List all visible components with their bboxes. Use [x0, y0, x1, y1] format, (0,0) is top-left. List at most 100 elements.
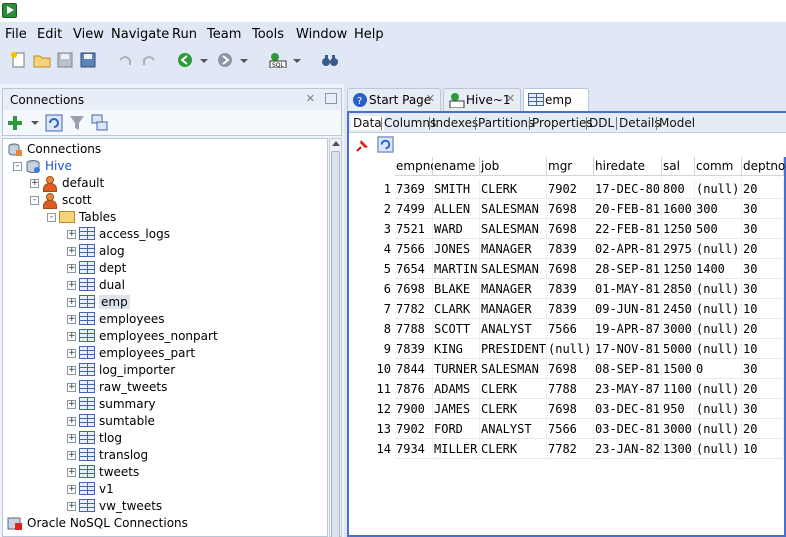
cell-comm[interactable]: (null) [695, 279, 742, 299]
cell-ename[interactable]: CLARK [433, 299, 480, 319]
cell-job[interactable]: SALESMAN [480, 219, 547, 239]
cell-ename[interactable]: JONES [433, 239, 480, 259]
binoculars-icon[interactable] [321, 52, 339, 68]
cell-ename[interactable]: KING [433, 339, 480, 359]
cell-hiredate[interactable]: 20-FEB-81 [594, 199, 662, 219]
column-header-mgr[interactable]: mgr [547, 157, 594, 176]
cell-sal[interactable]: 5000 [662, 339, 695, 359]
cell-comm[interactable]: 1400 [695, 259, 742, 279]
close-tab-icon[interactable]: ✕ [426, 92, 435, 105]
tree-item-scott[interactable]: - scott [3, 193, 327, 210]
cell-empno[interactable]: 7499 [395, 199, 433, 219]
cell-comm[interactable]: 0 [695, 359, 742, 379]
tab-emp[interactable]: emp [523, 88, 589, 111]
cell-sal[interactable]: 950 [662, 399, 695, 419]
undo-icon[interactable] [116, 52, 134, 68]
cell-empno[interactable]: 7839 [395, 339, 433, 359]
tab-start-page[interactable]: ? Start Page ✕ [347, 88, 441, 111]
tree-item-tables[interactable]: - Tables [3, 210, 327, 227]
cell-deptno[interactable]: 20 [742, 179, 784, 199]
cell-job[interactable]: ANALYST [480, 419, 547, 439]
cell-job[interactable]: CLERK [480, 439, 547, 459]
tree-item-log-importer[interactable]: + log_importer [3, 363, 327, 380]
cell-deptno[interactable]: 20 [742, 319, 784, 339]
cell-comm[interactable]: (null) [695, 239, 742, 259]
cell-comm[interactable]: (null) [695, 179, 742, 199]
expand-icon[interactable]: + [67, 485, 76, 494]
forward-icon[interactable] [216, 52, 234, 68]
cell-comm[interactable]: (null) [695, 379, 742, 399]
save-icon[interactable] [56, 52, 74, 68]
cell-deptno[interactable]: 20 [742, 379, 784, 399]
tree-item-employees[interactable]: + employees [3, 312, 327, 329]
refresh-data-icon[interactable] [377, 136, 394, 153]
cell-job[interactable]: SALESMAN [480, 199, 547, 219]
tree-item-oracle-nosql-connections[interactable]: Oracle NoSQL Connections [3, 516, 327, 533]
cell-job[interactable]: SALESMAN [480, 259, 547, 279]
subtab-data[interactable]: Data [351, 116, 384, 130]
column-header-comm[interactable]: comm [695, 157, 742, 176]
subtab-properties[interactable]: Properties [532, 116, 593, 130]
tree-vertical-scrollbar[interactable] [329, 138, 342, 537]
cell-comm[interactable]: 500 [695, 219, 742, 239]
cell-sal[interactable]: 1500 [662, 359, 695, 379]
cell-hiredate[interactable]: 22-FEB-81 [594, 219, 662, 239]
cell-deptno[interactable]: 30 [742, 279, 784, 299]
tree-item-default[interactable]: + default [3, 176, 327, 193]
cell-sal[interactable]: 800 [662, 179, 695, 199]
table-row[interactable]: 12 7900 JAMES CLERK 7698 03-DEC-81 950 (null) 30 [349, 399, 784, 419]
cell-job[interactable]: PRESIDENT [480, 339, 547, 359]
menu-help[interactable]: Help [354, 27, 384, 42]
expand-icon[interactable]: + [67, 468, 76, 477]
cell-ename[interactable]: JAMES [433, 399, 480, 419]
expand-icon[interactable]: + [67, 451, 76, 460]
subtab-details[interactable]: Details [619, 116, 661, 130]
cell-mgr[interactable]: 7902 [547, 179, 594, 199]
cell-deptno[interactable]: 30 [742, 199, 784, 219]
menu-tools[interactable]: Tools [252, 27, 284, 42]
column-header-job[interactable]: job [480, 157, 547, 176]
close-tab-icon[interactable]: ✕ [506, 92, 515, 105]
cell-sal[interactable]: 3000 [662, 319, 695, 339]
cell-ename[interactable]: MARTIN [433, 259, 480, 279]
cell-job[interactable]: MANAGER [480, 239, 547, 259]
close-icon[interactable]: ✕ [306, 92, 315, 105]
table-row[interactable]: 13 7902 FORD ANALYST 7566 03-DEC-81 3000 (null)… [349, 419, 784, 439]
open-icon[interactable] [33, 52, 51, 68]
cell-mgr[interactable]: 7698 [547, 399, 594, 419]
schema-browser-icon[interactable] [91, 114, 109, 132]
cell-mgr[interactable]: 7839 [547, 299, 594, 319]
cell-hiredate[interactable]: 23-MAY-87 [594, 379, 662, 399]
cell-ename[interactable]: ALLEN [433, 199, 480, 219]
cell-sal[interactable]: 1100 [662, 379, 695, 399]
expand-icon[interactable]: + [67, 247, 76, 256]
cell-job[interactable]: MANAGER [480, 279, 547, 299]
cell-hiredate[interactable]: 17-NOV-81 [594, 339, 662, 359]
add-connection-dropdown-arrow[interactable] [31, 121, 39, 125]
cell-deptno[interactable]: 30 [742, 399, 784, 419]
cell-deptno[interactable]: 10 [742, 339, 784, 359]
cell-ename[interactable]: SCOTT [433, 319, 480, 339]
cell-comm[interactable]: (null) [695, 319, 742, 339]
tree-item-hive[interactable]: - Hive [3, 159, 327, 176]
cell-hiredate[interactable]: 09-JUN-81 [594, 299, 662, 319]
cell-mgr[interactable]: 7698 [547, 259, 594, 279]
cell-mgr[interactable]: 7698 [547, 219, 594, 239]
tree-item-vw-tweets[interactable]: + vw_tweets [3, 499, 327, 516]
tree-item-employees-nonpart[interactable]: + employees_nonpart [3, 329, 327, 346]
cell-comm[interactable]: (null) [695, 299, 742, 319]
tree-item-sumtable[interactable]: + sumtable [3, 414, 327, 431]
tab-hive-1[interactable]: Hive~1 ✕ [443, 88, 521, 111]
filter-icon[interactable] [69, 115, 85, 131]
expand-icon[interactable]: + [67, 400, 76, 409]
cell-comm[interactable]: (null) [695, 339, 742, 359]
cell-hiredate[interactable]: 08-SEP-81 [594, 359, 662, 379]
cell-hiredate[interactable]: 19-APR-87 [594, 319, 662, 339]
scrollbar-thumb[interactable] [331, 151, 340, 537]
expand-icon[interactable]: + [67, 315, 76, 324]
cell-mgr[interactable]: 7839 [547, 279, 594, 299]
pin-icon[interactable] [355, 137, 371, 153]
cell-deptno[interactable]: 30 [742, 359, 784, 379]
tree-item-access-logs[interactable]: + access_logs [3, 227, 327, 244]
column-header-deptno[interactable]: deptno [742, 157, 785, 176]
